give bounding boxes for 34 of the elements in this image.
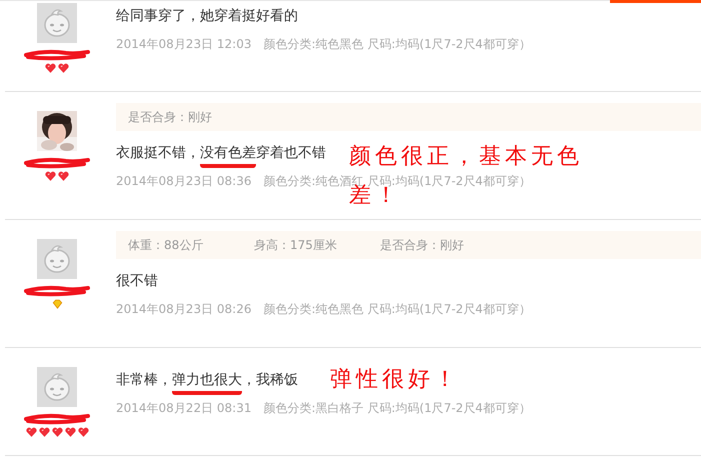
product-options: 颜色分类:纯色黑色 尺码:均码(1尺7-2尺4都可穿） — [263, 37, 531, 51]
heart-icon — [38, 427, 50, 437]
review-date: 2014年08月22日 08:31 — [116, 401, 252, 415]
heart-icon — [26, 427, 36, 437]
review-date: 2014年08月23日 08:26 — [116, 302, 252, 316]
review-date: 2014年08月23日 08:36 — [116, 174, 252, 188]
redaction-scribble — [24, 157, 90, 169]
avatar-icon — [37, 367, 77, 407]
product-options: 颜色分类:黑白格子 尺码:均码(1尺7-2尺4都可穿） — [263, 401, 531, 415]
handwritten-note: 颜色很正，基本无色 — [349, 145, 583, 169]
heart-icon — [45, 171, 56, 181]
product-options: 颜色分类:纯色黑色 尺码:均码(1尺7-2尺4都可穿） — [263, 302, 531, 316]
handwritten-note: 弹性很好！ — [330, 368, 460, 392]
review-detail: 是否合身：刚好 — [380, 236, 465, 254]
review-detail: 体重：88公斤 — [128, 236, 204, 254]
redaction-scribble — [24, 285, 90, 297]
redaction-scribble — [24, 413, 90, 425]
heart-icon — [78, 427, 88, 437]
heart-icon — [52, 427, 62, 437]
avatar-icon — [37, 3, 77, 43]
review-detail: 身高：175厘米 — [254, 236, 338, 254]
avatar-icon — [37, 239, 77, 279]
review-date: 2014年08月23日 12:03 — [116, 37, 252, 51]
heart-icon — [58, 171, 69, 181]
heart-icon — [64, 427, 76, 437]
redaction-scribble — [24, 49, 90, 61]
review-text: 衣服挺不错，没有色差穿着也不错 — [116, 143, 326, 168]
review-detail: 是否合身：刚好 — [128, 108, 213, 126]
review-text: 很不错 — [116, 272, 158, 291]
heart-icon — [58, 63, 69, 73]
review-text: 非常棒，弹力也很大，我稀饭 — [116, 370, 298, 395]
review-text: 给同事穿了，她穿着挺好看的 — [116, 7, 298, 26]
diamond-icon — [52, 299, 62, 309]
heart-icon — [45, 63, 56, 73]
